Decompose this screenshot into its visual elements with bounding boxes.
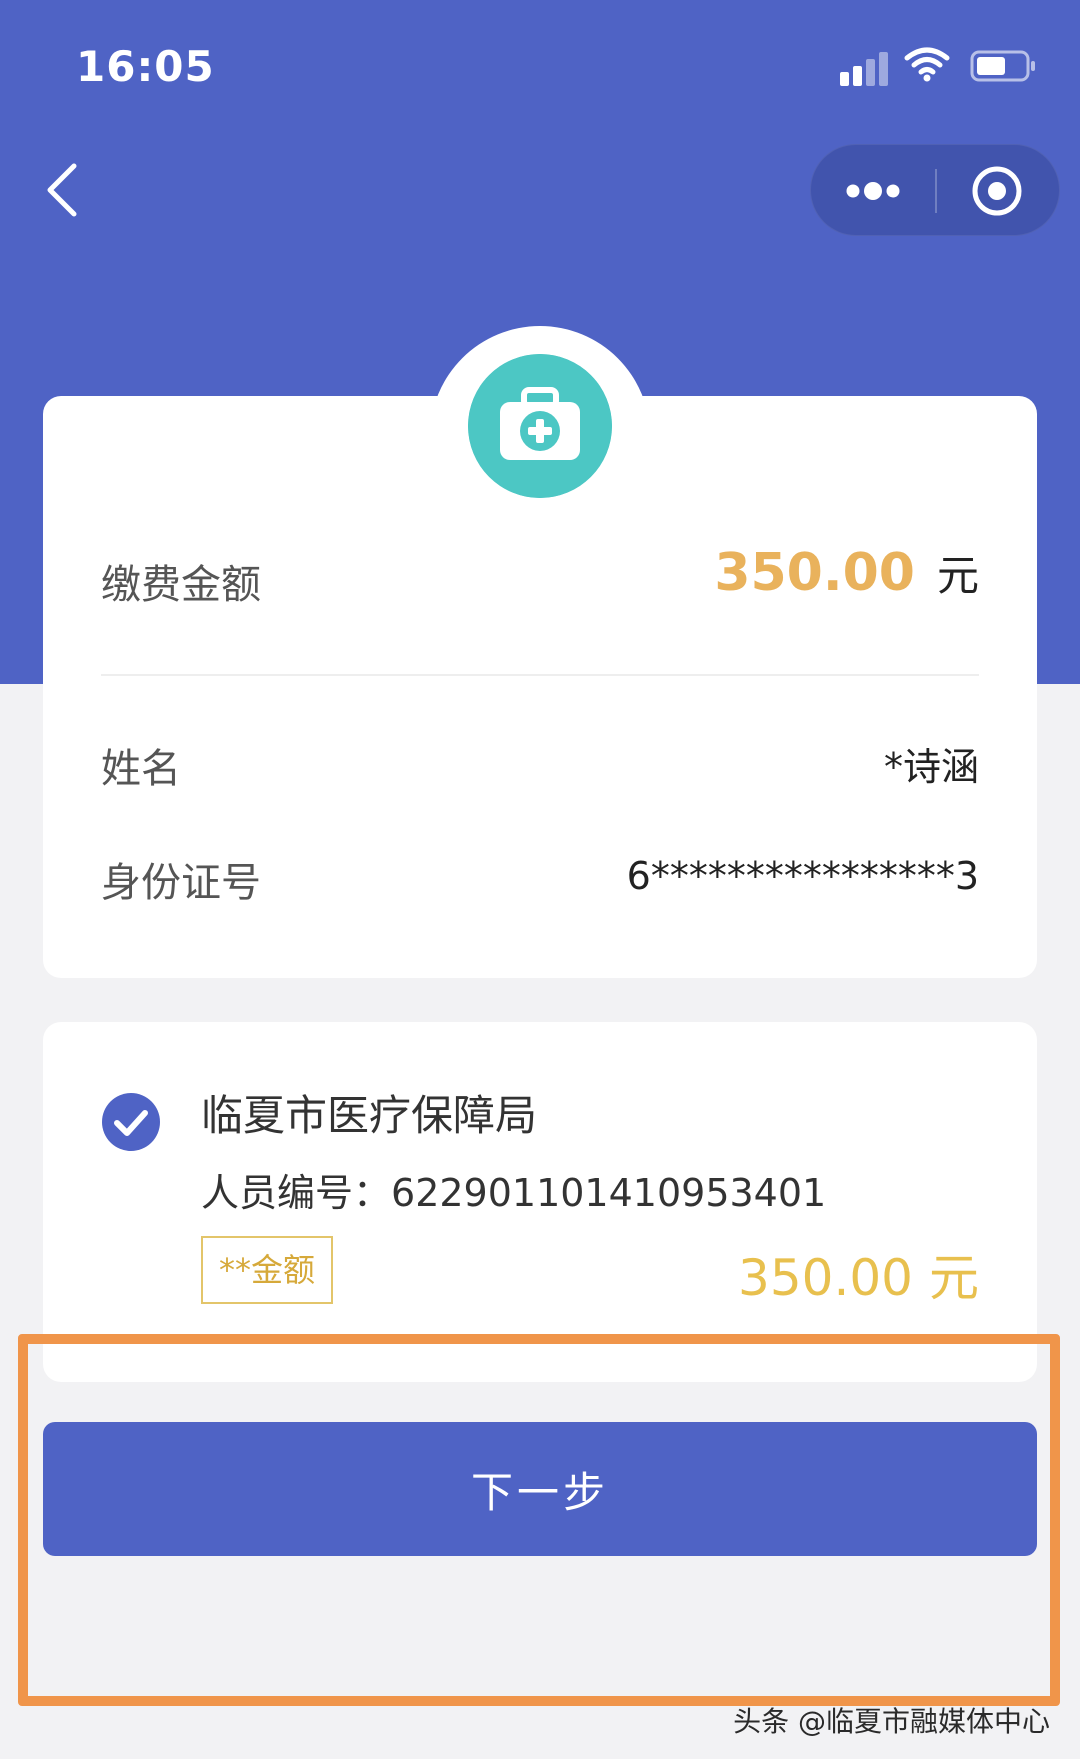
- wifi-icon: [904, 47, 950, 82]
- payee-amount-group: 350.00 元: [738, 1238, 979, 1310]
- back-icon[interactable]: [40, 160, 90, 220]
- payment-unit: 元: [936, 551, 979, 600]
- payee-card: 临夏市医疗保障局 人员编号：622901101410953401 **金额 35…: [43, 1022, 1037, 1382]
- amount-label: 缴费金额: [101, 562, 261, 608]
- medical-kit-icon: [468, 354, 612, 498]
- close-target-icon[interactable]: [937, 145, 1061, 237]
- name-label: 姓名: [101, 746, 181, 792]
- id-value: 6****************3: [626, 854, 979, 898]
- check-icon[interactable]: [101, 1092, 161, 1152]
- org-name: 临夏市医疗保障局: [201, 1091, 538, 1140]
- person-number-line: 人员编号：622901101410953401: [201, 1162, 826, 1217]
- mini-program-capsule: [810, 144, 1060, 236]
- divider: [101, 674, 979, 676]
- next-step-button[interactable]: 下一步: [43, 1422, 1037, 1556]
- status-icons: [840, 46, 1040, 86]
- person-number: 622901101410953401: [391, 1171, 827, 1215]
- payee-unit: 元: [929, 1249, 979, 1307]
- name-value: *诗涵: [883, 745, 979, 789]
- payee-amount: 350.00: [738, 1249, 913, 1307]
- id-label: 身份证号: [101, 860, 261, 906]
- battery-icon: [970, 50, 1035, 82]
- status-time: 16:05: [76, 42, 215, 91]
- more-icon[interactable]: [811, 145, 935, 237]
- amount-value-group: 350.00 元: [714, 542, 979, 603]
- watermark: 头条 @临夏市融媒体中心: [733, 1705, 1050, 1738]
- page: 16:05 缴费金额 350.00 元 姓名 *诗涵 身份证号 6*******…: [0, 0, 1080, 1759]
- amount-tag: **金额: [201, 1236, 334, 1304]
- payment-amount: 350.00: [714, 543, 915, 603]
- person-number-label: 人员编号：: [201, 1171, 392, 1215]
